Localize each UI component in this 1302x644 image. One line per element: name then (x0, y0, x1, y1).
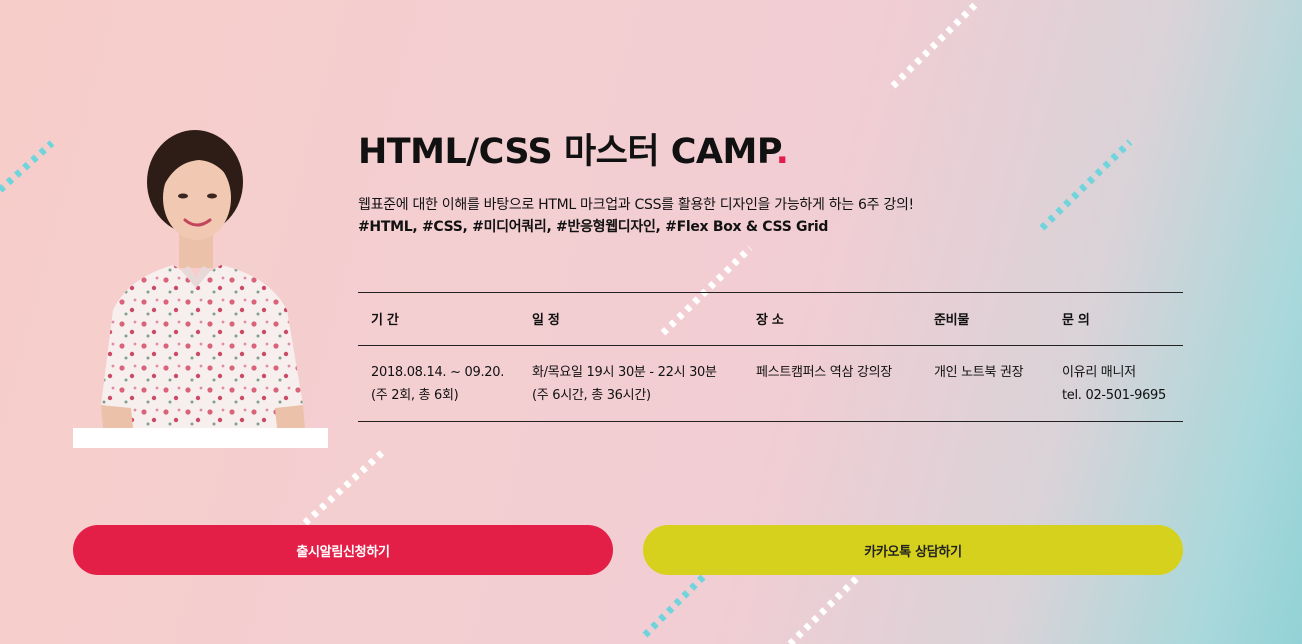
kakaotalk-consult-button[interactable]: 카카오톡 상담하기 (643, 525, 1183, 575)
contact-manager: 이유리 매니저 (1062, 365, 1136, 380)
cell-supplies: 개인 노트북 권장 (934, 361, 1024, 384)
period-dates: 2018.08.14. ~ 09.20. (371, 365, 505, 380)
header-supplies: 준비물 (934, 313, 969, 328)
header-schedule: 일 정 (532, 313, 560, 328)
cell-period: 2018.08.14. ~ 09.20. (주 2회, 총 6회) (371, 361, 504, 407)
info-table-header: 기 간 일 정 장 소 준비물 문 의 (358, 293, 1183, 346)
supplies-text: 개인 노트북 권장 (934, 365, 1024, 380)
instructor-portrait (73, 120, 328, 448)
place-name: 페스트캠퍼스 역삼 강의장 (756, 365, 892, 380)
course-tags: #HTML, #CSS, #미디어쿼리, #반응형웹디자인, #Flex Box… (358, 219, 829, 235)
course-title: HTML/CSS 마스터 CAMP. (358, 127, 789, 177)
course-title-text: HTML/CSS 마스터 CAMP (358, 132, 776, 172)
cell-place: 페스트캠퍼스 역삼 강의장 (756, 361, 892, 384)
header-place: 장 소 (756, 313, 784, 328)
contact-phone: tel. 02-501-9695 (1062, 388, 1166, 403)
cell-contact: 이유리 매니저 tel. 02-501-9695 (1062, 361, 1166, 407)
title-accent-dot: . (775, 132, 789, 172)
cell-schedule: 화/목요일 19시 30분 - 22시 30분 (주 6시간, 총 36시간) (532, 361, 717, 407)
release-notification-button[interactable]: 출시알림신청하기 (73, 525, 613, 575)
schedule-hours: (주 6시간, 총 36시간) (532, 388, 651, 403)
header-period: 기 간 (371, 313, 399, 328)
schedule-time: 화/목요일 19시 30분 - 22시 30분 (532, 365, 717, 380)
course-description: 웹표준에 대한 이해를 바탕으로 HTML 마크업과 CSS를 활용한 디자인을… (358, 197, 914, 213)
period-frequency: (주 2회, 총 6회) (371, 388, 459, 403)
header-contact: 문 의 (1062, 313, 1090, 328)
info-table-row: 2018.08.14. ~ 09.20. (주 2회, 총 6회) 화/목요일 … (358, 346, 1183, 421)
course-info-table: 기 간 일 정 장 소 준비물 문 의 2018.08.14. ~ 09.20.… (358, 292, 1183, 422)
